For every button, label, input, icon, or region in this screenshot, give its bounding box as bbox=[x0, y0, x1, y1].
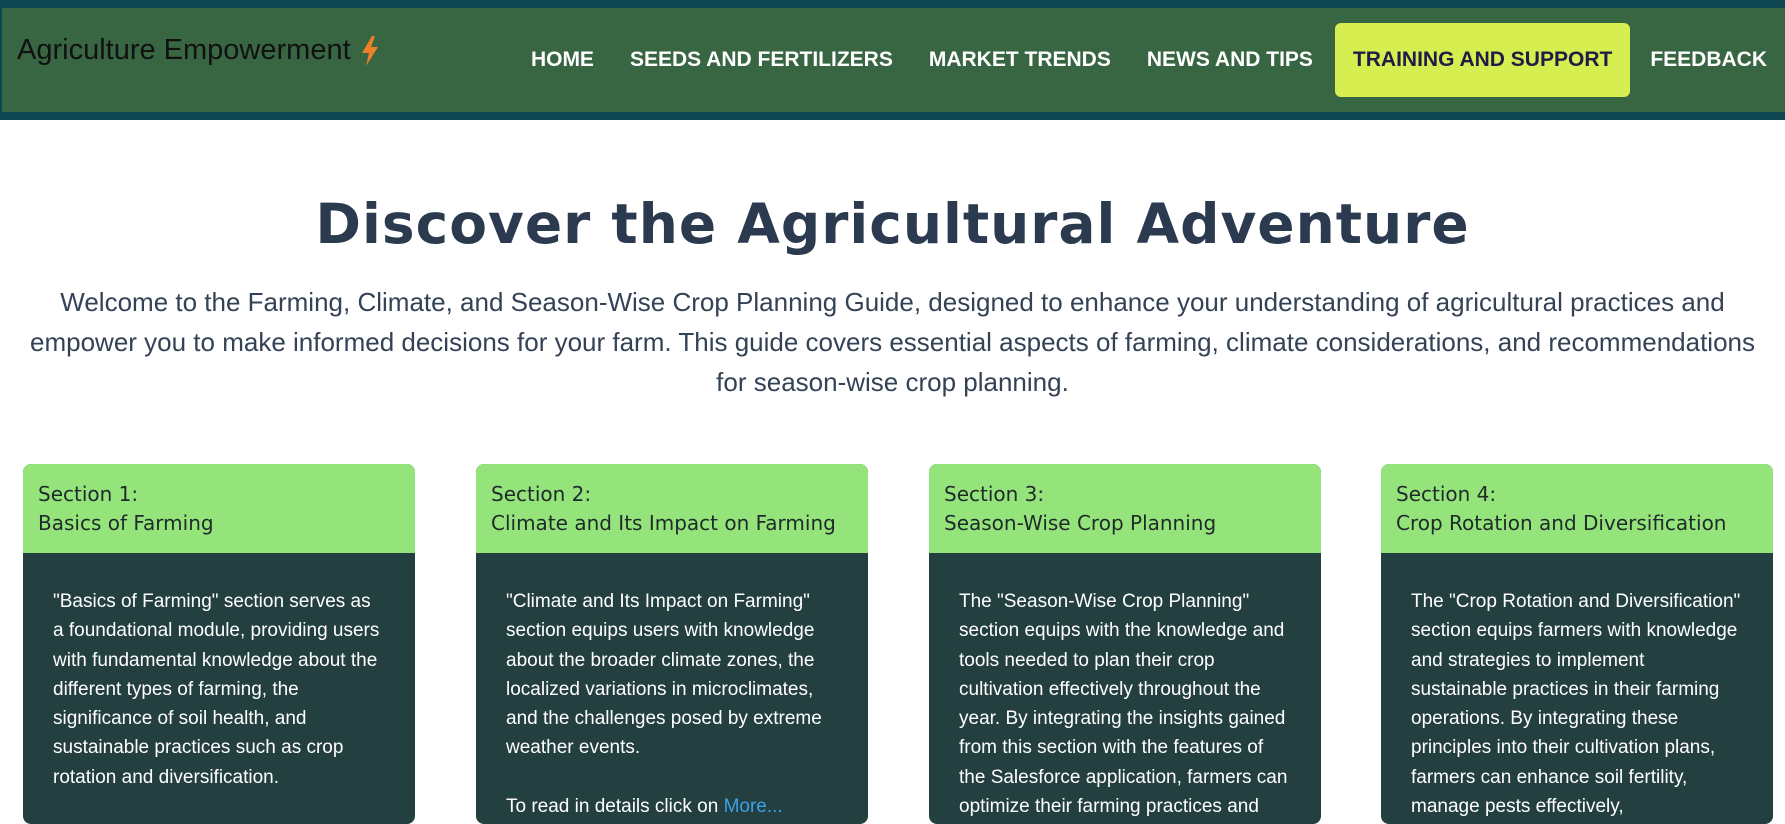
section-description: "Basics of Farming" section serves as a … bbox=[53, 591, 380, 788]
read-more-text: To read in details click on bbox=[506, 795, 724, 817]
section-title: Climate and Its Impact on Farming bbox=[491, 511, 836, 535]
section-card-4: Section 4: Crop Rotation and Diversifica… bbox=[1381, 464, 1773, 824]
nav-training-and-support[interactable]: TRAINING AND SUPPORT bbox=[1334, 23, 1631, 97]
navbar: Agriculture Empowerment HOME SEEDS AND F… bbox=[2, 8, 1785, 112]
nav-news-and-tips[interactable]: NEWS AND TIPS bbox=[1129, 23, 1331, 97]
section-title: Crop Rotation and Diversification bbox=[1396, 511, 1727, 535]
section-description: The "Crop Rotation and Diversification" … bbox=[1411, 591, 1741, 818]
section-number: Section 2: bbox=[491, 482, 592, 506]
brand-title[interactable]: Agriculture Empowerment bbox=[17, 34, 351, 67]
section-card-header: Section 1: Basics of Farming bbox=[23, 464, 415, 553]
section-card-body: "Climate and Its Impact on Farming" sect… bbox=[476, 553, 868, 821]
section-number: Section 3: bbox=[944, 482, 1045, 506]
section-title: Season-Wise Crop Planning bbox=[944, 511, 1217, 535]
section-number: Section 1: bbox=[38, 482, 139, 506]
section-card-3: Section 3: Season-Wise Crop Planning The… bbox=[929, 464, 1321, 824]
intro-paragraph: Welcome to the Farming, Climate, and Sea… bbox=[30, 287, 1755, 397]
read-more-line: To read in details click on More... bbox=[506, 792, 838, 821]
section-card-header: Section 4: Crop Rotation and Diversifica… bbox=[1381, 464, 1773, 553]
page-title: Discover the Agricultural Adventure bbox=[315, 192, 1470, 256]
lightning-bolt-icon bbox=[359, 35, 381, 67]
section-title: Basics of Farming bbox=[38, 511, 214, 535]
nav-seeds-and-fertilizers[interactable]: SEEDS AND FERTILIZERS bbox=[612, 23, 911, 97]
section-card-body: The "Season-Wise Crop Planning" section … bbox=[929, 553, 1321, 821]
section-card-header: Section 2: Climate and Its Impact on Far… bbox=[476, 464, 868, 553]
section-card-header: Section 3: Season-Wise Crop Planning bbox=[929, 464, 1321, 553]
section-card-2: Section 2: Climate and Its Impact on Far… bbox=[476, 464, 868, 824]
nav-market-trends[interactable]: MARKET TRENDS bbox=[911, 23, 1129, 97]
section-description: The "Season-Wise Crop Planning" section … bbox=[959, 591, 1288, 818]
nav-home[interactable]: HOME bbox=[513, 23, 612, 97]
section-card-body: "Basics of Farming" section serves as a … bbox=[23, 553, 415, 792]
section-description: "Climate and Its Impact on Farming" sect… bbox=[506, 591, 822, 759]
brand[interactable]: Agriculture Empowerment bbox=[17, 34, 381, 67]
more-link[interactable]: More... bbox=[724, 796, 783, 817]
section-card-body: The "Crop Rotation and Diversification" … bbox=[1381, 553, 1773, 821]
section-number: Section 4: bbox=[1396, 482, 1497, 506]
nav-feedback[interactable]: FEEDBACK bbox=[1632, 23, 1785, 97]
main-menu: HOME SEEDS AND FERTILIZERS MARKET TRENDS… bbox=[513, 23, 1785, 97]
section-card-1: Section 1: Basics of Farming "Basics of … bbox=[23, 464, 415, 824]
